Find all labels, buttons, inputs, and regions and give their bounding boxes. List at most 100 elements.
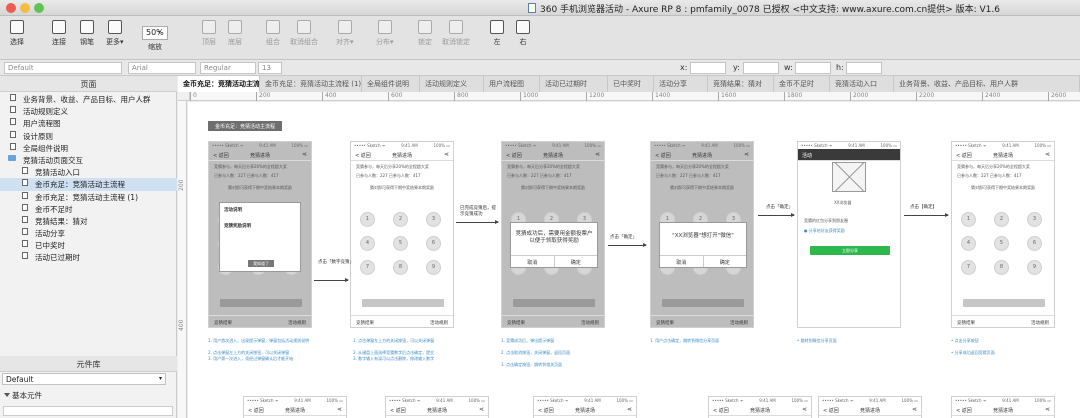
tab-page[interactable]: 金币充足：竞猜活动主流程 × bbox=[178, 76, 260, 92]
keypad-key[interactable]: 3 bbox=[426, 212, 441, 227]
share-icon[interactable]: ⋖ bbox=[337, 406, 342, 413]
keypad-key[interactable]: 7 bbox=[360, 260, 375, 275]
footer-rules-link[interactable]: 活动规则 bbox=[1031, 320, 1049, 327]
tab-page[interactable]: 用户流程图 bbox=[484, 76, 540, 92]
keypad-key[interactable]: 4 bbox=[360, 236, 375, 251]
page-item[interactable]: 设计原则 bbox=[0, 130, 177, 142]
zoom-select[interactable]: 50% bbox=[142, 26, 168, 40]
back-button[interactable]: < 返回 bbox=[655, 152, 671, 159]
page-item[interactable]: 全局组件说明 bbox=[0, 142, 177, 154]
footer-result-link[interactable]: 竞猜结果 bbox=[957, 320, 975, 327]
footer-result-link[interactable]: 竞猜结果 bbox=[656, 320, 674, 327]
tab-page[interactable]: 活动已过期时 bbox=[540, 76, 608, 92]
page-item[interactable]: 活动规则定义 bbox=[0, 105, 177, 117]
tab-page[interactable]: 活动分享 bbox=[654, 76, 708, 92]
connect-button[interactable]: 连接 bbox=[52, 20, 66, 47]
back-button[interactable]: < 返回 bbox=[213, 152, 229, 159]
tab-page[interactable]: 已中奖时 bbox=[608, 76, 654, 92]
keypad-key[interactable]: 6 bbox=[426, 236, 441, 251]
dialog-cancel-button[interactable]: 取消 bbox=[511, 256, 554, 267]
confirm-button[interactable] bbox=[513, 299, 595, 307]
keypad-key[interactable]: 4 bbox=[961, 236, 976, 251]
keypad-key[interactable]: 1 bbox=[360, 212, 375, 227]
h-field[interactable] bbox=[846, 62, 882, 74]
weight-select[interactable]: Regular bbox=[200, 62, 256, 74]
more-button[interactable]: 更多▾ bbox=[106, 20, 124, 47]
keypad-key[interactable]: 6 bbox=[1027, 236, 1042, 251]
back-button[interactable]: < 返回 bbox=[355, 152, 371, 159]
group-button[interactable]: 组合 bbox=[266, 20, 280, 47]
library-search-input[interactable] bbox=[3, 406, 173, 416]
back-button[interactable]: < 返回 bbox=[248, 407, 264, 414]
maximize-window-button[interactable] bbox=[34, 3, 44, 13]
design-canvas[interactable]: 金币充足：竞猜活动主流程 ••••• Sketch ᯤ 9:41 AM 100% ▭… bbox=[188, 102, 1080, 418]
select-button[interactable]: 选择 bbox=[10, 20, 24, 47]
share-icon[interactable]: ⋖ bbox=[912, 406, 917, 413]
keypad-key[interactable]: 7 bbox=[961, 260, 976, 275]
dialog-ok-button[interactable]: 我知道了 bbox=[248, 260, 274, 267]
page-item[interactable]: 活动已过期时 bbox=[0, 251, 177, 263]
footer-result-link[interactable]: 竞猜结果 bbox=[507, 320, 525, 327]
tab-page[interactable]: 金币充足：竞猜活动主流程 (1) bbox=[260, 76, 362, 92]
confirm-button[interactable] bbox=[963, 299, 1045, 307]
phone-screen[interactable]: ••••• Sketch ᯤ 9:41 AM 100% ▭ < 返回 竞猜进场 ⋖ 竞猜参与… bbox=[650, 141, 754, 328]
distribute-button[interactable]: 分布▾ bbox=[376, 20, 394, 47]
back-button[interactable]: < 返回 bbox=[538, 407, 554, 414]
footer-rules-link[interactable]: 活动规则 bbox=[730, 320, 748, 327]
ungroup-button[interactable]: 取消组合 bbox=[290, 20, 318, 47]
tab-page[interactable]: 活动规则定义 bbox=[420, 76, 484, 92]
lock-button[interactable]: 锁定 bbox=[418, 20, 432, 47]
page-item[interactable]: 已中奖时 bbox=[0, 239, 177, 251]
back-button[interactable]: < 返回 bbox=[390, 407, 406, 414]
keypad-key[interactable]: 1 bbox=[961, 212, 976, 227]
phone-screen[interactable]: ••••• Sketch ᯤ 9:41 AM 100% ▭ < 返回 竞猜进场 ⋖ 竞猜参与… bbox=[501, 141, 605, 328]
close-window-button[interactable] bbox=[6, 3, 16, 13]
collapse-triangle-icon[interactable] bbox=[4, 393, 10, 397]
share-now-button[interactable]: 立即分享 bbox=[810, 246, 890, 255]
confirm-button[interactable] bbox=[362, 299, 444, 307]
library-select[interactable]: Default ▾ bbox=[2, 373, 166, 385]
keypad-key[interactable]: 3 bbox=[1027, 212, 1042, 227]
tab-page[interactable]: 竞猜活动入口 bbox=[830, 76, 894, 92]
page-item[interactable]: 竞猜结果：猜对 bbox=[0, 215, 177, 227]
footer-result-link[interactable]: 竞猜结果 bbox=[214, 320, 232, 327]
phone-screen[interactable]: ••••• Sketch ᯤ 9:41 AM 100% ▭ < 返回 竞猜进场 ⋖ 竞猜参与… bbox=[350, 141, 454, 328]
page-item[interactable]: 竞猜活动页面交互 bbox=[0, 154, 177, 166]
share-icon[interactable]: ⋖ bbox=[1045, 406, 1050, 413]
phone-screen[interactable]: ••••• Sketch ᯤ 9:41 AM 100% ▭ < 返回 竞猜进场 ⋖ bbox=[818, 396, 922, 418]
phone-screen[interactable]: ••••• Sketch ᯤ 9:41 AM 100% ▭ < 返回 竞猜进场 ⋖ bbox=[385, 396, 489, 418]
x-field[interactable] bbox=[690, 62, 726, 74]
right-button[interactable]: 右 bbox=[516, 20, 530, 47]
phone-screen[interactable]: ••••• Sketch ᯤ 9:41 AM 100% ▭ < 返回 竞猜进场 ⋖ bbox=[951, 396, 1055, 418]
tab-page[interactable]: 金币不足时 bbox=[774, 76, 830, 92]
page-item[interactable]: 金币充足：竞猜活动主流程 (1) bbox=[0, 191, 177, 203]
phone-screen[interactable]: ••••• Sketch ᯤ 9:41 AM 100% ▭ < 返回 竞猜进场 ⋖ bbox=[243, 396, 347, 418]
back-button[interactable]: < 返回 bbox=[823, 407, 839, 414]
phone-screen[interactable]: ••••• Sketch ᯤ 9:41 AM 100% ▭ < 返回 竞猜进场 ⋖ 竞猜参与… bbox=[208, 141, 312, 328]
share-icon[interactable]: ⋖ bbox=[1045, 151, 1050, 158]
y-field[interactable] bbox=[743, 62, 779, 74]
confirm-button[interactable] bbox=[662, 299, 744, 307]
keypad-key[interactable]: 9 bbox=[1027, 260, 1042, 275]
keypad-key[interactable]: 5 bbox=[994, 236, 1009, 251]
share-icon[interactable]: ⋖ bbox=[302, 151, 307, 158]
share-icon[interactable]: ⋖ bbox=[444, 151, 449, 158]
keypad-key[interactable]: 9 bbox=[426, 260, 441, 275]
keypad-key[interactable]: 2 bbox=[393, 212, 408, 227]
bottom-layer-button[interactable]: 底层 bbox=[228, 20, 242, 47]
keypad-key[interactable]: 5 bbox=[393, 236, 408, 251]
back-button[interactable]: < 返回 bbox=[506, 152, 522, 159]
close-tab-icon[interactable]: × bbox=[251, 79, 256, 86]
page-item[interactable]: 金币不足时 bbox=[0, 203, 177, 215]
share-icon[interactable]: ⋖ bbox=[595, 151, 600, 158]
page-item[interactable]: 金币充足：竞猜活动主流程 bbox=[0, 178, 177, 191]
back-button[interactable]: < 返回 bbox=[956, 152, 972, 159]
w-field[interactable] bbox=[795, 62, 831, 74]
phone-screen[interactable]: ••••• Sketch ᯤ 9:41 AM 100% ▭ < 返回 竞猜进场 ⋖ bbox=[708, 396, 812, 418]
footer-rules-link[interactable]: 活动规则 bbox=[581, 320, 599, 327]
page-item[interactable]: 用户流程图 bbox=[0, 117, 177, 129]
back-button[interactable]: < 返回 bbox=[713, 407, 729, 414]
share-icon[interactable]: ⋖ bbox=[802, 406, 807, 413]
keypad-key[interactable]: 8 bbox=[393, 260, 408, 275]
footer-rules-link[interactable]: 活动规则 bbox=[430, 320, 448, 327]
